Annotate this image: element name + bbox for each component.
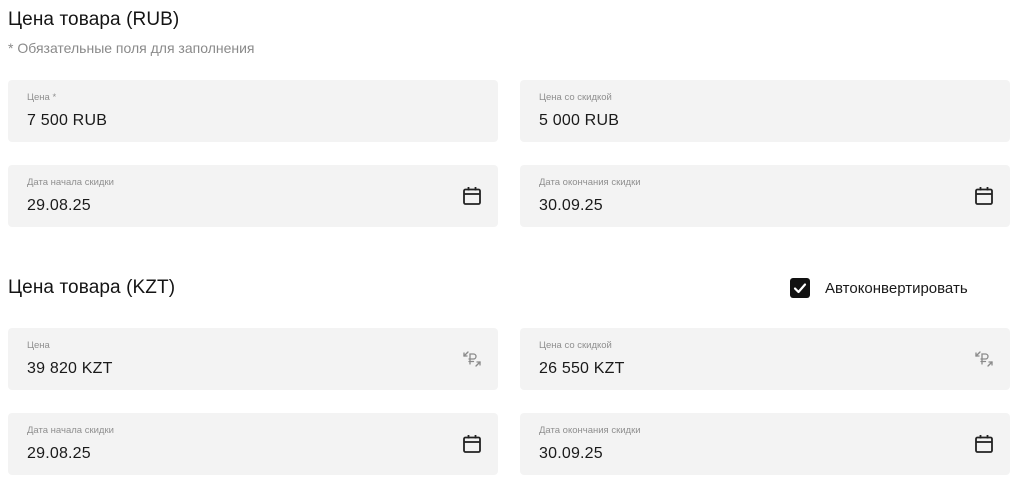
rub-discount-end-label: Дата окончания скидки bbox=[539, 177, 641, 188]
kzt-price-label: Цена bbox=[27, 340, 50, 351]
rub-price-field[interactable]: Цена * 7 500 RUB bbox=[8, 80, 498, 142]
autoconvert-checkbox[interactable]: Автоконвертировать bbox=[790, 278, 968, 298]
kzt-section-title: Цена товара (KZT) bbox=[8, 277, 176, 298]
rub-discount-price-value[interactable]: 5 000 RUB bbox=[539, 112, 619, 130]
kzt-discount-end-field[interactable]: Дата окончания скидки 30.09.25 bbox=[520, 413, 1010, 475]
autoconvert-label: Автоконвертировать bbox=[825, 279, 968, 297]
calendar-icon[interactable] bbox=[972, 432, 996, 456]
kzt-discount-start-field[interactable]: Дата начала скидки 29.08.25 bbox=[8, 413, 498, 475]
rub-price-label: Цена * bbox=[27, 92, 57, 103]
rub-discount-start-field[interactable]: Дата начала скидки 29.08.25 bbox=[8, 165, 498, 227]
kzt-discount-start-value[interactable]: 29.08.25 bbox=[27, 445, 91, 463]
kzt-discount-price-value[interactable]: 26 550 KZT bbox=[539, 360, 625, 378]
rub-discount-end-field[interactable]: Дата окончания скидки 30.09.25 bbox=[520, 165, 1010, 227]
rub-price-value[interactable]: 7 500 RUB bbox=[27, 112, 107, 130]
rub-discount-end-value[interactable]: 30.09.25 bbox=[539, 197, 603, 215]
kzt-discount-start-label: Дата начала скидки bbox=[27, 425, 114, 436]
rub-discount-start-value[interactable]: 29.08.25 bbox=[27, 197, 91, 215]
rub-discount-price-field[interactable]: Цена со скидкой 5 000 RUB bbox=[520, 80, 1010, 142]
rub-discount-price-label: Цена со скидкой bbox=[539, 92, 612, 103]
currency-convert-icon bbox=[972, 347, 996, 371]
kzt-price-value[interactable]: 39 820 KZT bbox=[27, 360, 113, 378]
rub-section-title: Цена товара (RUB) bbox=[8, 9, 180, 30]
kzt-discount-price-label: Цена со скидкой bbox=[539, 340, 612, 351]
calendar-icon[interactable] bbox=[460, 184, 484, 208]
kzt-price-field[interactable]: Цена 39 820 KZT bbox=[8, 328, 498, 390]
price-form: Цена товара (RUB) * Обязательные поля дл… bbox=[0, 0, 1024, 484]
kzt-discount-end-label: Дата окончания скидки bbox=[539, 425, 641, 436]
kzt-discount-price-field[interactable]: Цена со скидкой 26 550 KZT bbox=[520, 328, 1010, 390]
required-fields-note: * Обязательные поля для заполнения bbox=[8, 40, 255, 56]
calendar-icon[interactable] bbox=[460, 432, 484, 456]
checkbox-checked-icon[interactable] bbox=[790, 278, 810, 298]
currency-convert-icon bbox=[460, 347, 484, 371]
rub-discount-start-label: Дата начала скидки bbox=[27, 177, 114, 188]
calendar-icon[interactable] bbox=[972, 184, 996, 208]
kzt-discount-end-value[interactable]: 30.09.25 bbox=[539, 445, 603, 463]
